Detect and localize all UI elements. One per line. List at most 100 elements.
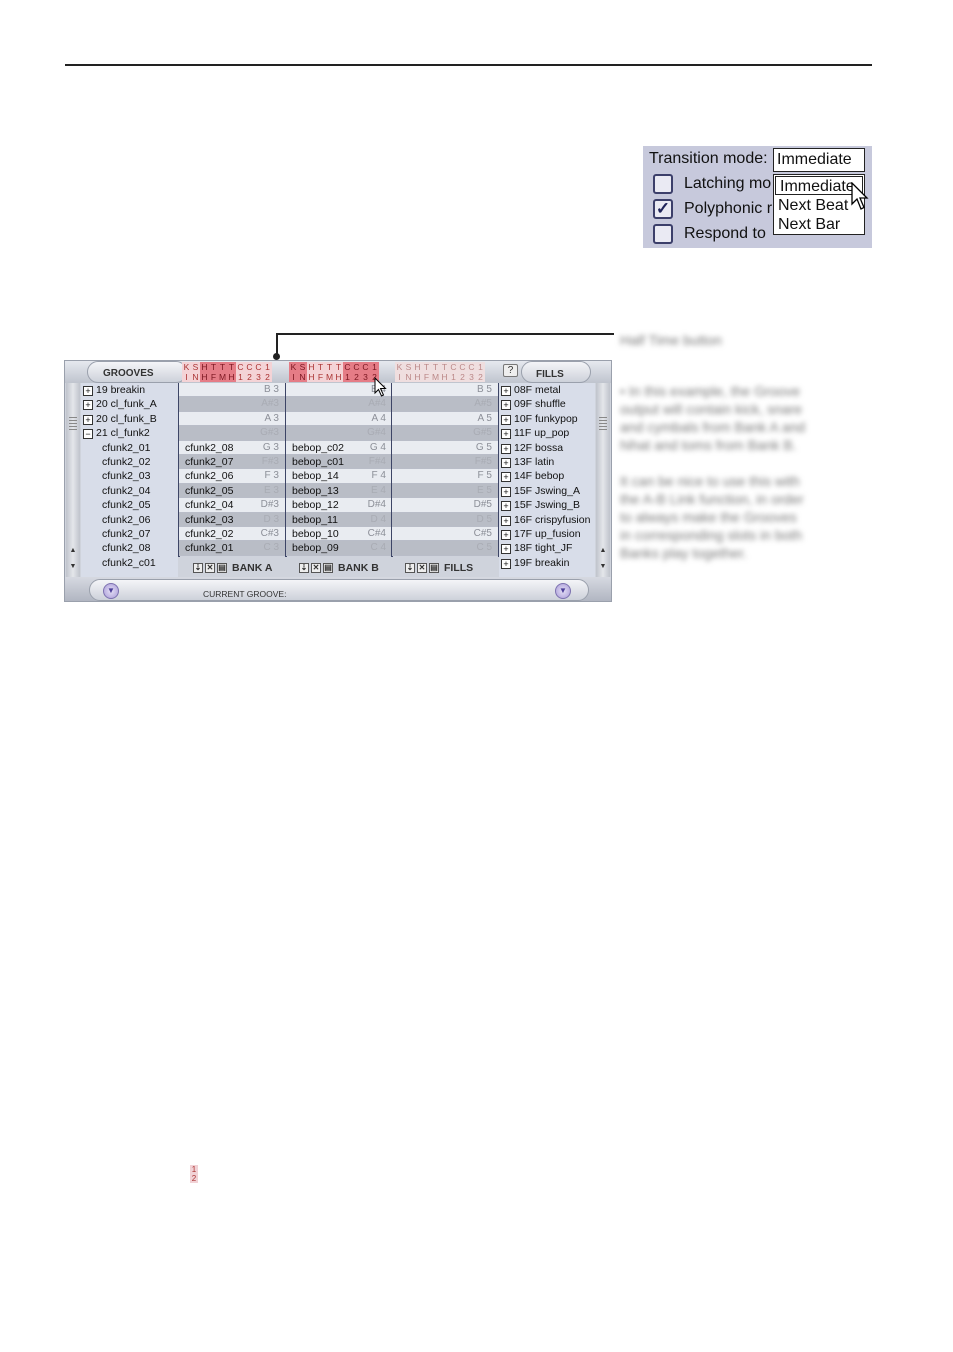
- fills-slot[interactable]: A#5: [392, 397, 498, 412]
- expand-icon[interactable]: +: [83, 414, 93, 425]
- latching-mode-checkbox[interactable]: Latching mo: [653, 173, 771, 195]
- kit-piece-toggle[interactable]: HH: [307, 362, 316, 382]
- expand-icon[interactable]: +: [501, 429, 511, 440]
- bank-b-slot[interactable]: A#4: [286, 397, 392, 412]
- bank-a-slot[interactable]: cfunk2_02 C#3: [179, 526, 285, 542]
- kit-piece-toggle[interactable]: TM: [431, 362, 440, 382]
- expand-icon[interactable]: +: [501, 529, 511, 540]
- kit-piece-toggle[interactable]: HH: [200, 362, 209, 382]
- fills-slot[interactable]: C#5: [392, 526, 498, 542]
- expand-icon[interactable]: +: [501, 457, 511, 468]
- fills-slot[interactable]: G#5: [392, 426, 498, 441]
- kit-piece-toggle[interactable]: HH: [413, 362, 422, 382]
- kit-piece-toggle[interactable]: KI: [395, 362, 404, 382]
- fill-folder[interactable]: +13F latin: [499, 455, 595, 469]
- scroll-up-icon[interactable]: ▲: [598, 547, 608, 554]
- checkbox-box[interactable]: [653, 224, 673, 244]
- kit-piece-toggle[interactable]: C2: [352, 362, 361, 382]
- groove-item[interactable]: cfunk2_08: [81, 541, 178, 555]
- fills-slot[interactable]: D 5: [392, 512, 498, 527]
- kit-piece-toggle[interactable]: C2: [245, 362, 254, 382]
- fills-scrollbar[interactable]: ▲ ▼: [596, 383, 610, 577]
- bank-b-slot[interactable]: bebop_09 C 4: [286, 541, 392, 556]
- bank-b-slot[interactable]: bebop_14 F 4: [286, 469, 392, 484]
- bank-b-slot[interactable]: G#4: [286, 426, 392, 441]
- groove-folder[interactable]: +19 breakin: [81, 383, 178, 397]
- fill-folder[interactable]: +16F crispyfusion: [499, 513, 595, 527]
- fill-folder[interactable]: +18F tight_JF: [499, 541, 595, 555]
- bank-a-slot[interactable]: cfunk2_01 C 3: [179, 541, 285, 556]
- scroll-grip-icon[interactable]: [599, 417, 607, 431]
- expand-icon[interactable]: +: [501, 515, 511, 526]
- help-button[interactable]: ?: [503, 364, 518, 377]
- bank-b-slot[interactable]: bebop_13 E 4: [286, 483, 392, 499]
- fill-folder[interactable]: +11F up_pop: [499, 426, 595, 440]
- kit-piece-toggle[interactable]: KI: [182, 362, 191, 382]
- bank-a-slot[interactable]: A#3: [179, 397, 285, 412]
- kit-piece-toggle[interactable]: TM: [325, 362, 334, 382]
- groove-item[interactable]: cfunk2_01: [81, 441, 178, 455]
- polyphonic-checkbox[interactable]: ✓ Polyphonic r: [653, 198, 772, 220]
- fills-slot[interactable]: A 5: [392, 411, 498, 427]
- expand-icon[interactable]: +: [501, 544, 511, 555]
- fills-slot[interactable]: F#5: [392, 454, 498, 470]
- groove-item[interactable]: cfunk2_05: [81, 498, 178, 512]
- fill-folder[interactable]: +15F Jswing_B: [499, 498, 595, 512]
- transition-mode-select[interactable]: Immediate: [773, 148, 865, 172]
- groove-item[interactable]: cfunk2_04: [81, 484, 178, 498]
- bank-b-slot[interactable]: bebop_12 D#4: [286, 498, 392, 513]
- option-next-bar[interactable]: Next Bar: [774, 215, 864, 234]
- groove-item[interactable]: cfunk2_07: [81, 527, 178, 541]
- clear-icon[interactable]: ✕: [311, 563, 321, 573]
- groove-item[interactable]: cfunk2_03: [81, 469, 178, 483]
- checkbox-box[interactable]: [653, 174, 673, 194]
- fill-folder[interactable]: +09F shuffle: [499, 397, 595, 411]
- bank-b-slot[interactable]: bebop_10 C#4: [286, 526, 392, 542]
- kit-piece-toggle[interactable]: TM: [218, 362, 227, 382]
- kit-piece-toggle[interactable]: TF: [316, 362, 325, 382]
- expand-icon[interactable]: +: [501, 558, 511, 569]
- bank-a-slot[interactable]: B 3: [179, 383, 285, 398]
- expand-icon[interactable]: +: [501, 472, 511, 483]
- bank-b-slot[interactable]: bebop_11 D 4: [286, 512, 392, 527]
- kit-piece-toggle[interactable]: SN: [404, 362, 413, 382]
- bank-a-slot[interactable]: cfunk2_08 G 3: [179, 440, 285, 455]
- bank-a-slot[interactable]: G#3: [179, 426, 285, 441]
- kit-piece-toggle[interactable]: SN: [191, 362, 200, 382]
- kit-piece-toggle[interactable]: 12: [263, 362, 272, 382]
- fill-folder[interactable]: +14F bebop: [499, 469, 595, 483]
- respond-to-song-start-checkbox[interactable]: Respond to: [653, 223, 766, 245]
- fills-slot[interactable]: G 5: [392, 440, 498, 455]
- bank-menu-icon[interactable]: ▤: [323, 563, 333, 573]
- kit-piece-toggle[interactable]: 12: [476, 362, 485, 382]
- kit-piece-toggle[interactable]: TH: [440, 362, 449, 382]
- bank-b-slot[interactable]: bebop_c02 G 4: [286, 440, 392, 455]
- expand-icon[interactable]: +: [83, 386, 93, 396]
- fill-folder[interactable]: +17F up_fusion: [499, 527, 595, 541]
- bank-b-slot[interactable]: A 4: [286, 411, 392, 427]
- expand-icon[interactable]: +: [501, 414, 511, 425]
- scroll-up-icon[interactable]: ▲: [68, 547, 78, 554]
- kit-piece-toggle[interactable]: C2: [458, 362, 467, 382]
- option-immediate[interactable]: Immediate: [775, 176, 863, 195]
- fills-slot[interactable]: F 5: [392, 469, 498, 484]
- kit-piece-toggle[interactable]: C1: [343, 362, 352, 382]
- import-icon[interactable]: ⇣: [299, 563, 309, 573]
- kit-piece-toggle[interactable]: TF: [209, 362, 218, 382]
- fill-folder[interactable]: +10F funkypop: [499, 412, 595, 426]
- kit-piece-toggle[interactable]: SN: [298, 362, 307, 382]
- bank-a-slot[interactable]: cfunk2_07 F#3: [179, 454, 285, 470]
- groove-item[interactable]: cfunk2_c01: [81, 556, 178, 570]
- groove-item[interactable]: cfunk2_06: [81, 513, 178, 527]
- kit-piece-toggle[interactable]: TF: [422, 362, 431, 382]
- grooves-scrollbar[interactable]: ▲ ▼: [66, 383, 80, 577]
- kit-piece-toggle[interactable]: TH: [334, 362, 343, 382]
- bank-menu-icon[interactable]: ▤: [429, 563, 439, 573]
- import-icon[interactable]: ⇣: [405, 563, 415, 573]
- fills-slot[interactable]: D#5: [392, 498, 498, 513]
- fills-slot[interactable]: C 5: [392, 541, 498, 556]
- import-icon[interactable]: ⇣: [193, 563, 203, 573]
- groove-folder[interactable]: −21 cl_funk2: [81, 426, 178, 440]
- expand-icon[interactable]: +: [83, 400, 93, 411]
- page-down-icon[interactable]: ▼: [103, 583, 119, 599]
